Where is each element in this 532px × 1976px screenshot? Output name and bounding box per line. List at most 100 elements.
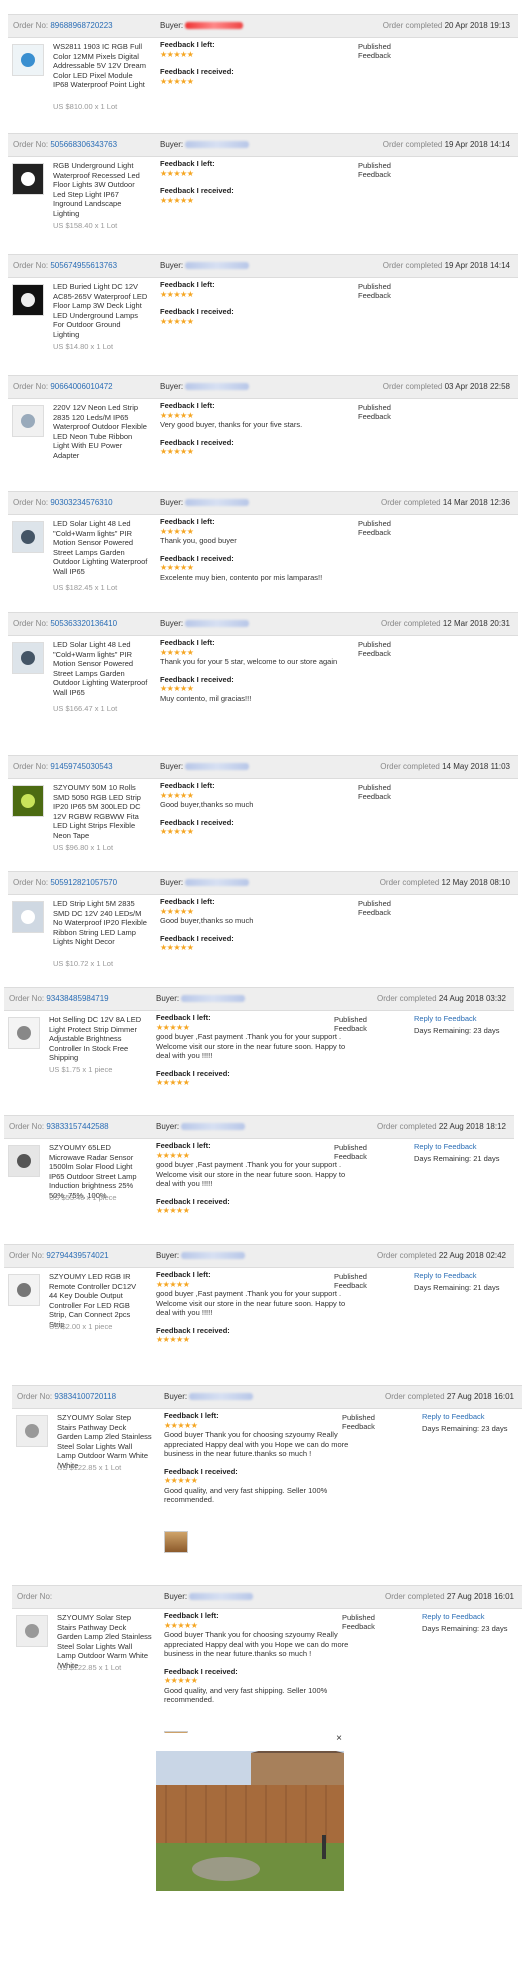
product-title[interactable]: SZYOUMY Solar Step Stairs Pathway Deck G…: [57, 1613, 152, 1670]
product-title[interactable]: SZYOUMY 65LED Microwave Radar Sensor 150…: [49, 1143, 144, 1200]
reply-to-feedback-link[interactable]: Reply to Feedback: [414, 1014, 477, 1023]
product-title[interactable]: RGB Underground Light Waterproof Recesse…: [53, 161, 148, 218]
days-remaining: Days Remaining: 21 days: [414, 1283, 500, 1292]
reply-to-feedback-link[interactable]: Reply to Feedback: [414, 1142, 477, 1151]
published-feedback-status: Published Feedback: [334, 1272, 367, 1290]
feedback-received-stars: ★★★★★: [160, 447, 194, 456]
product-thumbnail[interactable]: [12, 284, 44, 316]
product-thumbnail[interactable]: [8, 1145, 40, 1177]
feedback-left-stars: ★★★★★: [160, 790, 194, 800]
order-header: Order No: 505363320136410 Buyer: Order co…: [8, 612, 518, 636]
order-number-link[interactable]: 91459745030543: [50, 762, 112, 771]
feedback-column: Feedback I left: ★★★★★ Good buyer Thank yo…: [164, 1611, 354, 1705]
reply-to-feedback-link[interactable]: Reply to Feedback: [414, 1271, 477, 1280]
order-number-link[interactable]: 505674955613763: [50, 261, 117, 270]
order-number-link[interactable]: 89688968720223: [50, 21, 112, 30]
order-number-link[interactable]: 505363320136410: [50, 619, 117, 628]
buyer-info: Buyer:: [156, 1245, 246, 1267]
product-thumbnail[interactable]: [12, 405, 44, 437]
feedback-received-label: Feedback I received:: [156, 1196, 230, 1206]
order-header: Order No: 91459745030543 Buyer: Order com…: [8, 755, 518, 779]
feedback-received-stars: ★★★★★: [160, 563, 194, 572]
reply-to-feedback-link[interactable]: Reply to Feedback: [422, 1612, 485, 1621]
order-number: Order No: 90303234576310: [13, 498, 113, 507]
buyer-photo-thumbnail[interactable]: [164, 1531, 188, 1553]
feedback-received-label: Feedback I received:: [160, 186, 234, 195]
feedback-received-stars: ★★★★★: [160, 76, 194, 86]
order-header: Order No: 505912821057570 Buyer: Order co…: [8, 871, 518, 895]
buyer-info: Buyer:: [160, 492, 250, 514]
product-image-icon: [21, 172, 35, 186]
buyer-name-redacted: [185, 141, 250, 149]
days-remaining: Days Remaining: 23 days: [422, 1424, 508, 1433]
product-thumbnail[interactable]: [16, 1415, 48, 1447]
product-thumbnail[interactable]: [12, 163, 44, 195]
feedback-received-label: Feedback I received:: [156, 1068, 230, 1078]
published-feedback-status: Published Feedback: [334, 1143, 367, 1161]
product-title[interactable]: LED Strip Light 5M 2835 SMD DC 12V 240 L…: [53, 899, 148, 947]
order-block: Order No: 505674955613763 Buyer: Order co…: [8, 254, 518, 351]
order-number-link[interactable]: 505912821057570: [50, 878, 117, 887]
product-price: US $96.80 x 1 Lot: [53, 843, 114, 852]
published-feedback-status: Published Feedback: [358, 42, 391, 60]
order-header: Order No: 90664006010472 Buyer: Order com…: [8, 375, 518, 399]
feedback-received-stars: ★★★★★: [160, 195, 194, 205]
order-date: 27 Aug 2018 16:01: [446, 1392, 514, 1401]
product-title[interactable]: SZYOUMY Solar Step Stairs Pathway Deck G…: [57, 1413, 152, 1470]
feedback-column: Feedback I left: ★★★★★ Feedback I received…: [160, 159, 350, 205]
order-number-link[interactable]: 93834100720118: [54, 1392, 116, 1401]
product-thumbnail[interactable]: [12, 642, 44, 674]
product-title[interactable]: Hot Selling DC 12V 8A LED Light Protect …: [49, 1015, 144, 1063]
product-thumbnail[interactable]: [16, 1615, 48, 1647]
product-thumbnail[interactable]: [12, 785, 44, 817]
close-icon[interactable]: ×: [336, 1733, 342, 1744]
product-title[interactable]: SZYOUMY LED RGB IR Remote Controller DC1…: [49, 1272, 144, 1329]
feedback-left-label: Feedback I left:: [160, 40, 215, 49]
reply-section: Reply to Feedback Days Remaining: 23 days: [422, 1411, 507, 1435]
feedback-received-text: Excelente muy bien, contento por mis lam…: [160, 572, 323, 582]
product-price: US $122.85 x 1 Lot: [57, 1463, 122, 1472]
product-price: US $1.75 x 1 piece: [49, 1065, 113, 1074]
reply-to-feedback-link[interactable]: Reply to Feedback: [422, 1412, 485, 1421]
product-title[interactable]: SZYOUMY 50M 10 Rolls SMD 5050 RGB LED St…: [53, 783, 148, 840]
order-block: Order No: 90303234576310 Buyer: Order com…: [8, 491, 518, 592]
feedback-left-label: Feedback I left:: [160, 401, 215, 410]
product-title[interactable]: LED Solar Light 48 Led "Cold+Warm lights…: [53, 519, 148, 576]
feedback-column: Feedback I left: ★★★★★ Feedback I received…: [160, 40, 350, 86]
product-thumbnail[interactable]: [8, 1274, 40, 1306]
order-date: 20 Apr 2018 19:13: [444, 21, 510, 30]
product-title[interactable]: LED Buried Light DC 12V AC85-265V Waterp…: [53, 282, 148, 339]
order-number: Order No: 505674955613763: [13, 261, 118, 270]
order-header: Order No: 505674955613763 Buyer: Order co…: [8, 254, 518, 278]
order-number: Order No: 505668306343763: [13, 140, 118, 149]
buyer-info: Buyer:: [160, 872, 250, 894]
order-status: Order completed 14 Mar 2018 12:36: [381, 498, 510, 507]
feedback-left-label: Feedback I left:: [160, 159, 215, 168]
order-number: Order No: 505912821057570: [13, 878, 118, 887]
order-number-link[interactable]: 505668306343763: [50, 140, 117, 149]
reply-section: Reply to Feedback Days Remaining: 21 days: [414, 1270, 499, 1294]
product-thumbnail[interactable]: [12, 521, 44, 553]
order-number-link[interactable]: 90664006010472: [50, 382, 112, 391]
product-title[interactable]: 220V 12V Neon Led Strip 2835 120 Leds/M …: [53, 403, 148, 460]
product-title[interactable]: WS2811 1903 IC RGB Full Color 12MM Pixel…: [53, 42, 148, 90]
order-header: Order No: 92794439574021 Buyer: Order com…: [4, 1244, 514, 1268]
product-title[interactable]: LED Solar Light 48 Led "Cold+Warm lights…: [53, 640, 148, 697]
feedback-received-text: Good quality, and very fast shipping. Se…: [164, 1485, 328, 1505]
feedback-left-label: Feedback I left:: [164, 1411, 219, 1420]
order-number-link[interactable]: 93438485984719: [46, 994, 108, 1003]
feedback-received-text: Muy contento, mil gracias!!!: [160, 693, 252, 703]
order-number-link[interactable]: 92794439574021: [46, 1251, 108, 1260]
feedback-received-label: Feedback I received:: [164, 1466, 238, 1476]
order-number-link[interactable]: 90303234576310: [50, 498, 112, 507]
order-number-link[interactable]: 93833157442588: [46, 1122, 108, 1131]
feedback-received-stars: ★★★★★: [160, 316, 194, 326]
product-thumbnail[interactable]: [12, 901, 44, 933]
product-thumbnail[interactable]: [12, 44, 44, 76]
product-thumbnail[interactable]: [8, 1017, 40, 1049]
order-date: 12 May 2018 08:10: [441, 878, 511, 887]
feedback-left-stars: ★★★★★: [160, 647, 194, 657]
